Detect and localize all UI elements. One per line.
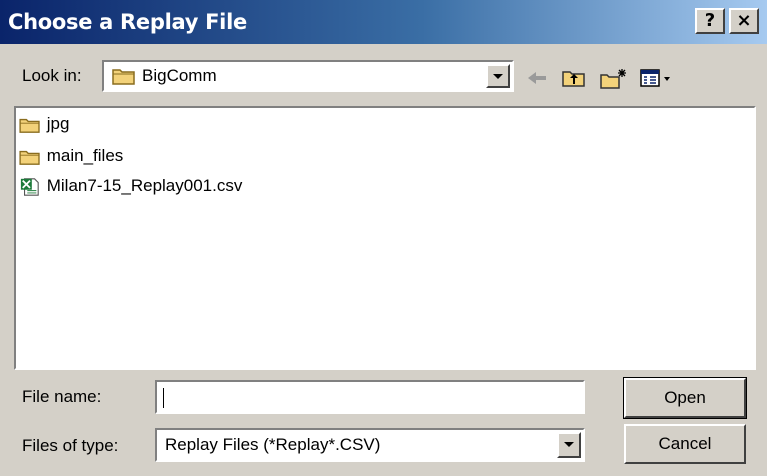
window-title: Choose a Replay File bbox=[8, 10, 247, 34]
file-name: Milan7-15_Replay001.csv bbox=[46, 176, 243, 195]
back-arrow-icon[interactable] bbox=[526, 68, 548, 93]
list-item[interactable]: jpg bbox=[19, 112, 69, 136]
folder-icon bbox=[19, 146, 47, 165]
files-of-type-dropdown-button[interactable] bbox=[557, 432, 581, 458]
files-of-type-value: Replay Files (*Replay*.CSV) bbox=[165, 435, 381, 454]
folder-icon bbox=[112, 66, 136, 91]
file-name: jpg bbox=[46, 114, 70, 133]
look-in-label: Look in: bbox=[22, 66, 82, 85]
cancel-button[interactable]: Cancel bbox=[624, 424, 746, 464]
list-item[interactable]: Milan7-15_Replay001.csv bbox=[19, 174, 242, 198]
view-menu-icon[interactable] bbox=[640, 68, 674, 93]
file-name: main_files bbox=[46, 146, 124, 165]
look-in-dropdown-button[interactable] bbox=[486, 64, 510, 88]
close-button[interactable]: × bbox=[729, 8, 759, 34]
new-folder-icon[interactable] bbox=[600, 68, 628, 95]
help-button[interactable]: ? bbox=[695, 8, 725, 34]
excel-csv-icon bbox=[19, 176, 47, 196]
files-of-type-dropdown[interactable]: Replay Files (*Replay*.CSV) bbox=[155, 428, 585, 462]
title-bar[interactable]: Choose a Replay File ? × bbox=[0, 0, 767, 44]
look-in-dropdown[interactable]: BigComm bbox=[102, 60, 514, 92]
text-caret bbox=[163, 388, 164, 408]
file-name-label: File name: bbox=[22, 387, 102, 406]
file-list[interactable]: jpg main_files Milan7-15_Replay001.csv bbox=[14, 106, 756, 370]
look-in-value: BigComm bbox=[142, 66, 217, 85]
files-of-type-label: Files of type: bbox=[22, 436, 119, 455]
file-name-input[interactable] bbox=[155, 380, 585, 414]
open-button[interactable]: Open bbox=[623, 377, 747, 419]
folder-icon bbox=[19, 114, 47, 133]
list-item[interactable]: main_files bbox=[19, 144, 123, 168]
up-folder-icon[interactable] bbox=[562, 68, 586, 93]
